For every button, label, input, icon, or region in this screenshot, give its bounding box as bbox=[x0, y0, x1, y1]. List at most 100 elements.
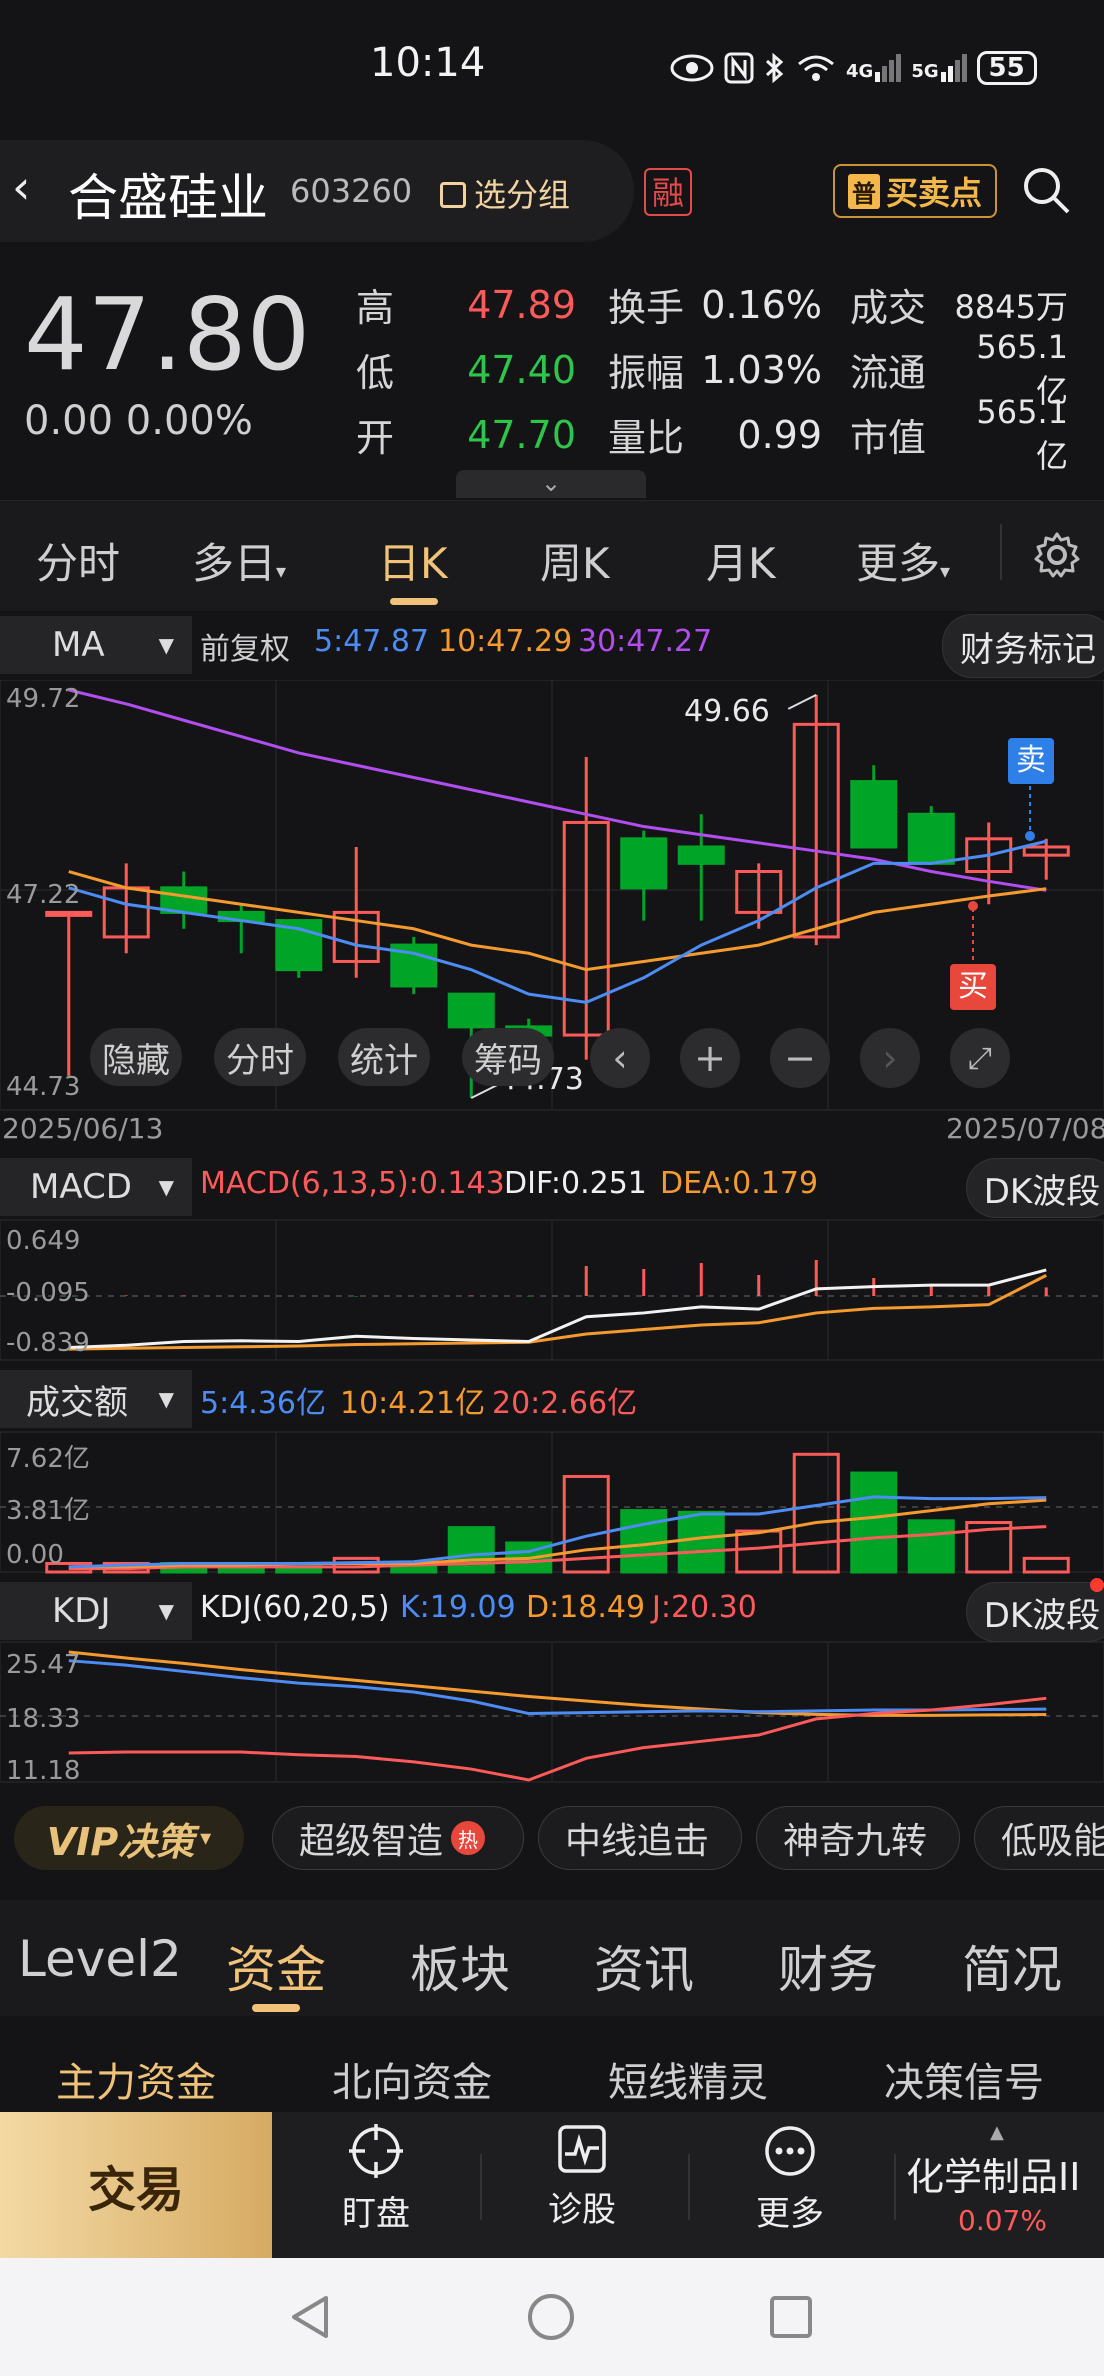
more-icon bbox=[765, 2126, 815, 2176]
price-adjust-label[interactable]: 前复权 bbox=[200, 624, 290, 668]
sector-name[interactable]: 化学制品II bbox=[906, 2146, 1080, 2201]
trade-button[interactable]: 交易 bbox=[0, 2112, 272, 2258]
macd-ymax: 0.649 bbox=[6, 1226, 81, 1256]
dropdown-icon: ▼ bbox=[158, 633, 174, 657]
tab-more[interactable]: 更多▾ bbox=[856, 530, 950, 591]
dropdown-icon: ▾ bbox=[200, 1825, 212, 1851]
tab-finance[interactable]: 财务 bbox=[778, 1930, 878, 2002]
active-tab-indicator bbox=[390, 598, 438, 605]
expand-quote-button[interactable]: ⌄ bbox=[456, 470, 646, 498]
subtab-main-funds[interactable]: 主力资金 bbox=[56, 2050, 216, 2108]
ma5-value: 5:47.87 bbox=[314, 624, 430, 659]
zoom-in-button[interactable]: + bbox=[680, 1028, 740, 1088]
tab-funds[interactable]: 资金 bbox=[226, 1930, 326, 2002]
quote-row: 开 47.70 量比 0.99 市值 565.1亿 bbox=[356, 393, 1096, 475]
target-icon bbox=[349, 2124, 403, 2178]
subtab-northbound[interactable]: 北向资金 bbox=[332, 2050, 492, 2108]
nfc-icon bbox=[724, 52, 754, 84]
volume-bar bbox=[677, 1510, 725, 1574]
nav-back-icon[interactable] bbox=[286, 2292, 336, 2342]
tab-multiday[interactable]: 多日▾ bbox=[192, 530, 286, 591]
chips-button[interactable]: 筹码 bbox=[462, 1028, 554, 1086]
tab-intraday[interactable]: 分时 bbox=[36, 530, 120, 591]
fullscreen-button[interactable]: ⤢ bbox=[950, 1028, 1010, 1088]
hot-badge: 热 bbox=[451, 1821, 486, 1855]
watch-button[interactable]: 盯盘 bbox=[306, 2124, 446, 2235]
stock-code: 603260 bbox=[290, 172, 413, 210]
nav-divider bbox=[480, 2154, 482, 2220]
intraday-button[interactable]: 分时 bbox=[214, 1028, 306, 1086]
volume-bar bbox=[850, 1471, 898, 1574]
add-to-group-button[interactable]: 选分组 bbox=[440, 170, 570, 216]
nav-recents-icon[interactable] bbox=[768, 2294, 814, 2340]
tab-monthly-k[interactable]: 月K bbox=[706, 530, 776, 591]
strategy-label: 超级智造 bbox=[299, 1821, 444, 1862]
dk-band-button[interactable]: DK波段 bbox=[966, 1158, 1104, 1218]
strategy-nine-turns[interactable]: 神奇九转 bbox=[756, 1806, 960, 1870]
kdj-indicator-select[interactable]: KDJ ▼ bbox=[0, 1582, 192, 1640]
kdj-dk-band-button[interactable]: DK波段 bbox=[966, 1582, 1104, 1642]
dropdown-icon: ▼ bbox=[158, 1599, 174, 1623]
macd-indicator-select[interactable]: MACD ▼ bbox=[0, 1158, 192, 1216]
strategy-midline[interactable]: 中线追击 bbox=[538, 1806, 742, 1870]
macd-value: MACD(6,13,5):0.143 bbox=[200, 1166, 505, 1201]
strategy-smart-manufacturing[interactable]: 超级智造热 bbox=[272, 1806, 524, 1870]
sell-signal[interactable]: 卖 bbox=[1008, 738, 1054, 784]
kdj-j: J:20.30 bbox=[652, 1590, 757, 1625]
scroll-left-button[interactable]: ‹ bbox=[590, 1028, 650, 1088]
status-time: 10:14 bbox=[370, 40, 486, 86]
subtab-short-term[interactable]: 短线精灵 bbox=[608, 2050, 768, 2108]
chevron-down-icon: ⌄ bbox=[540, 469, 562, 497]
margin-badge[interactable]: 融 bbox=[644, 168, 692, 216]
vip-decision-button[interactable]: VIP决策 ▾ bbox=[14, 1806, 244, 1870]
back-button[interactable]: ‹ bbox=[12, 160, 30, 214]
macd-chart bbox=[0, 1219, 1104, 1361]
vol-ma10: 10:4.21亿 bbox=[340, 1386, 486, 1421]
buy-signal[interactable]: 买 bbox=[950, 964, 996, 1010]
kline-ymid: 47.22 bbox=[6, 880, 81, 910]
kdj-label: KDJ bbox=[52, 1591, 111, 1631]
tab-sector[interactable]: 板块 bbox=[410, 1930, 510, 2002]
scroll-right-button[interactable]: › bbox=[860, 1028, 920, 1088]
vip-label: VIP决策 bbox=[46, 1819, 195, 1864]
tab-level2[interactable]: Level2 bbox=[18, 1930, 182, 1988]
macd-label: MACD bbox=[30, 1167, 132, 1207]
bluetooth-icon bbox=[765, 52, 784, 84]
stats-button[interactable]: 统计 bbox=[338, 1028, 430, 1086]
watch-label: 盯盘 bbox=[342, 2194, 410, 2234]
search-button[interactable] bbox=[1020, 164, 1072, 220]
notification-dot bbox=[1090, 1578, 1104, 1592]
diagnose-label: 诊股 bbox=[548, 2190, 616, 2230]
volume-indicator-select[interactable]: 成交额 ▼ bbox=[0, 1370, 192, 1428]
quote-key: 成交 bbox=[850, 286, 927, 330]
hide-button[interactable]: 隐藏 bbox=[90, 1028, 182, 1086]
diagnose-button[interactable]: 诊股 bbox=[512, 2124, 652, 2231]
ma-indicator-select[interactable]: MA ▼ bbox=[0, 616, 192, 674]
tab-profile[interactable]: 简况 bbox=[962, 1930, 1062, 2002]
tab-daily-k[interactable]: 日K bbox=[378, 530, 448, 591]
kline-ymin: 44.73 bbox=[6, 1072, 81, 1102]
kdj-params: KDJ(60,20,5) bbox=[200, 1590, 390, 1625]
price-change: 0.00 0.00% bbox=[24, 398, 253, 444]
chart-settings-button[interactable] bbox=[1032, 530, 1082, 584]
nav-divider bbox=[688, 2154, 690, 2220]
more-button[interactable]: 更多 bbox=[720, 2124, 860, 2235]
subtab-decision-signal[interactable]: 决策信号 bbox=[884, 2050, 1044, 2108]
buy-sell-points-button[interactable]: 普买卖点 bbox=[833, 164, 997, 218]
volume-bar bbox=[620, 1509, 668, 1574]
kdj-d-line bbox=[68, 1650, 1047, 1717]
strategy-low-buy[interactable]: 低吸能 bbox=[974, 1806, 1104, 1870]
quote-value: 565.1亿 bbox=[976, 392, 1068, 475]
4g-signal-icon: 4G bbox=[846, 54, 902, 82]
tab-news[interactable]: 资讯 bbox=[594, 1930, 694, 2002]
wifi-icon bbox=[798, 55, 834, 81]
finance-mark-button[interactable]: 财务标记 bbox=[942, 614, 1104, 678]
sector-change: 0.07% bbox=[958, 2204, 1047, 2237]
nav-home-icon[interactable] bbox=[526, 2292, 576, 2342]
dea-value: DEA:0.179 bbox=[660, 1166, 819, 1201]
zoom-out-button[interactable]: − bbox=[770, 1028, 830, 1088]
tab-weekly-k[interactable]: 周K bbox=[540, 530, 610, 591]
sell-dot bbox=[1025, 831, 1035, 841]
kdj-d: D:18.49 bbox=[526, 1590, 646, 1625]
dropdown-icon: ▾ bbox=[276, 559, 287, 583]
